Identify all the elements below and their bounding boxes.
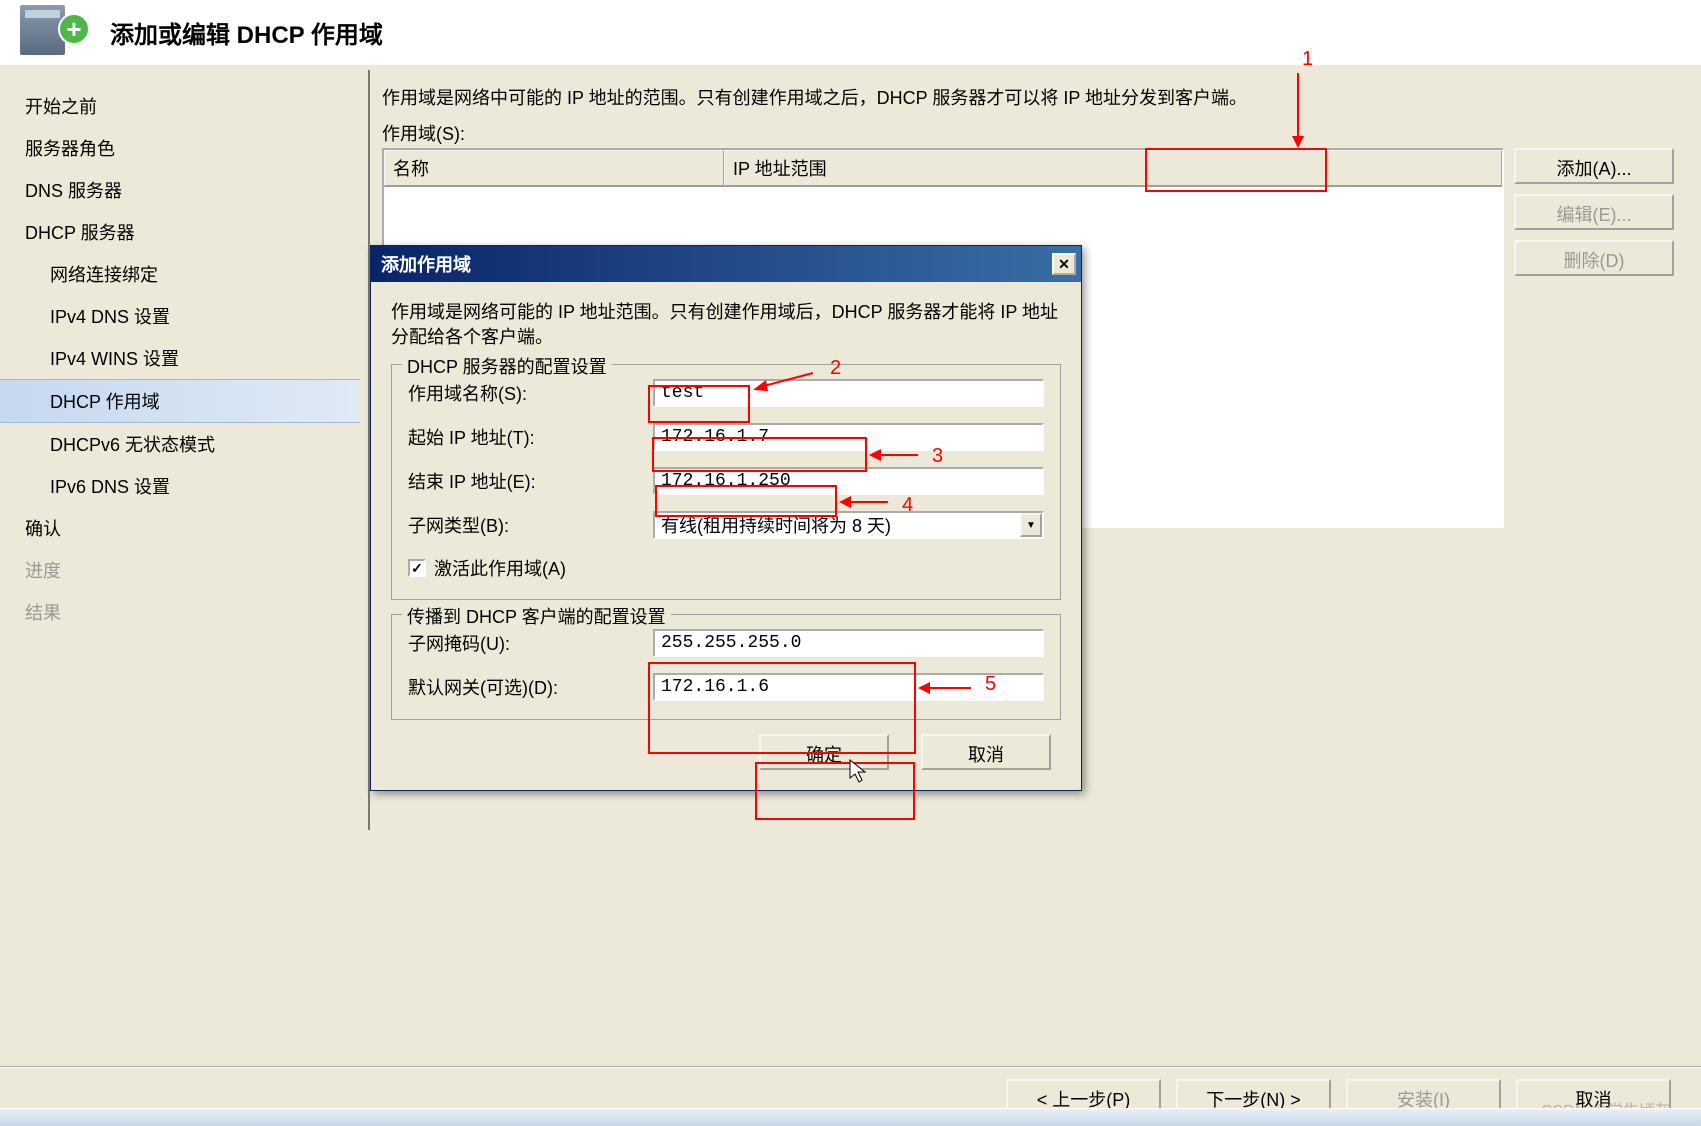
label-scope-name: 作用域名称(S): xyxy=(408,380,653,406)
sidebar-item-ipv4-wins[interactable]: IPv4 WINS 设置 xyxy=(0,337,360,379)
add-scope-dialog: 添加作用域 ✕ 作用域是网络可能的 IP 地址范围。只有创建作用域后，DHCP … xyxy=(370,245,1082,791)
groupbox-dhcp-config: DHCP 服务器的配置设置 作用域名称(S): 起始 IP 地址(T): 结束 … xyxy=(391,364,1061,600)
sidebar-item-confirm[interactable]: 确认 xyxy=(0,507,360,549)
label-gateway: 默认网关(可选)(D): xyxy=(408,674,653,700)
server-plus-icon: + xyxy=(20,5,90,60)
scopes-label: 作用域(S): xyxy=(382,120,1674,146)
add-button[interactable]: 添加(A)... xyxy=(1514,148,1674,184)
dialog-cancel-button[interactable]: 取消 xyxy=(921,734,1051,770)
sidebar-item-dhcpv6-stateless[interactable]: DHCPv6 无状态模式 xyxy=(0,423,360,465)
input-subnet-mask[interactable] xyxy=(653,629,1044,657)
dialog-description: 作用域是网络可能的 IP 地址范围。只有创建作用域后，DHCP 服务器才能将 I… xyxy=(391,300,1061,350)
sidebar-item-dhcp-server[interactable]: DHCP 服务器 xyxy=(0,211,360,253)
sidebar-item-progress: 进度 xyxy=(0,549,360,591)
label-subnet-mask: 子网掩码(U): xyxy=(408,630,653,656)
scopes-table-header: 名称 IP 地址范围 xyxy=(384,150,1502,187)
close-icon[interactable]: ✕ xyxy=(1052,253,1076,275)
groupbox-title-2: 传播到 DHCP 客户端的配置设置 xyxy=(402,603,671,629)
label-end-ip: 结束 IP 地址(E): xyxy=(408,468,653,494)
sidebar-item-server-roles[interactable]: 服务器角色 xyxy=(0,127,360,169)
taskbar xyxy=(0,1108,1701,1126)
dialog-title: 添加作用域 xyxy=(381,251,471,277)
wizard-header: + 添加或编辑 DHCP 作用域 xyxy=(0,0,1701,65)
wizard-title: 添加或编辑 DHCP 作用域 xyxy=(110,15,383,50)
select-subnet-type-value: 有线(租用持续时间将为 8 天) xyxy=(661,512,891,538)
input-end-ip[interactable] xyxy=(653,467,1044,495)
groupbox-title-1: DHCP 服务器的配置设置 xyxy=(402,353,612,379)
sidebar-item-dns-server[interactable]: DNS 服务器 xyxy=(0,169,360,211)
input-scope-name[interactable] xyxy=(653,379,1044,407)
input-start-ip[interactable] xyxy=(653,423,1044,451)
wizard-sidebar: 开始之前 服务器角色 DNS 服务器 DHCP 服务器 网络连接绑定 IPv4 … xyxy=(0,70,360,830)
label-activate: 激活此作用域(A) xyxy=(434,555,566,581)
label-subnet-type: 子网类型(B): xyxy=(408,512,653,538)
column-name[interactable]: 名称 xyxy=(384,150,724,186)
panel-description: 作用域是网络中可能的 IP 地址的范围。只有创建作用域之后，DHCP 服务器才可… xyxy=(382,85,1674,112)
column-ip-range[interactable]: IP 地址范围 xyxy=(724,150,1502,186)
sidebar-item-results: 结果 xyxy=(0,591,360,633)
ok-button[interactable]: 确定 xyxy=(759,734,889,770)
delete-button: 删除(D) xyxy=(1514,240,1674,276)
sidebar-item-network-binding[interactable]: 网络连接绑定 xyxy=(0,253,360,295)
chevron-down-icon[interactable]: ▼ xyxy=(1020,513,1042,537)
sidebar-item-before-begin[interactable]: 开始之前 xyxy=(0,85,360,127)
dialog-titlebar[interactable]: 添加作用域 ✕ xyxy=(371,246,1081,282)
select-subnet-type[interactable]: 有线(租用持续时间将为 8 天) ▼ xyxy=(653,511,1044,539)
label-start-ip: 起始 IP 地址(T): xyxy=(408,424,653,450)
groupbox-client-config: 传播到 DHCP 客户端的配置设置 子网掩码(U): 默认网关(可选)(D): xyxy=(391,614,1061,720)
sidebar-item-dhcp-scope[interactable]: DHCP 作用域 xyxy=(0,379,360,423)
sidebar-item-ipv4-dns[interactable]: IPv4 DNS 设置 xyxy=(0,295,360,337)
checkbox-activate[interactable]: ✓ xyxy=(408,559,426,577)
edit-button: 编辑(E)... xyxy=(1514,194,1674,230)
input-gateway[interactable] xyxy=(653,673,1044,701)
sidebar-item-ipv6-dns[interactable]: IPv6 DNS 设置 xyxy=(0,465,360,507)
